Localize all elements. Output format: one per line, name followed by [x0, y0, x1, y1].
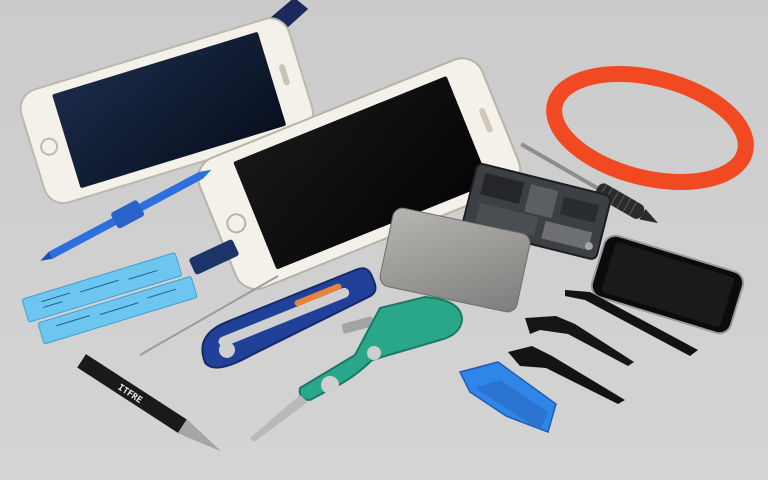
photo-canvas: ITFRE: [0, 0, 768, 480]
repair-kit-photo: ITFRE: [0, 0, 768, 480]
